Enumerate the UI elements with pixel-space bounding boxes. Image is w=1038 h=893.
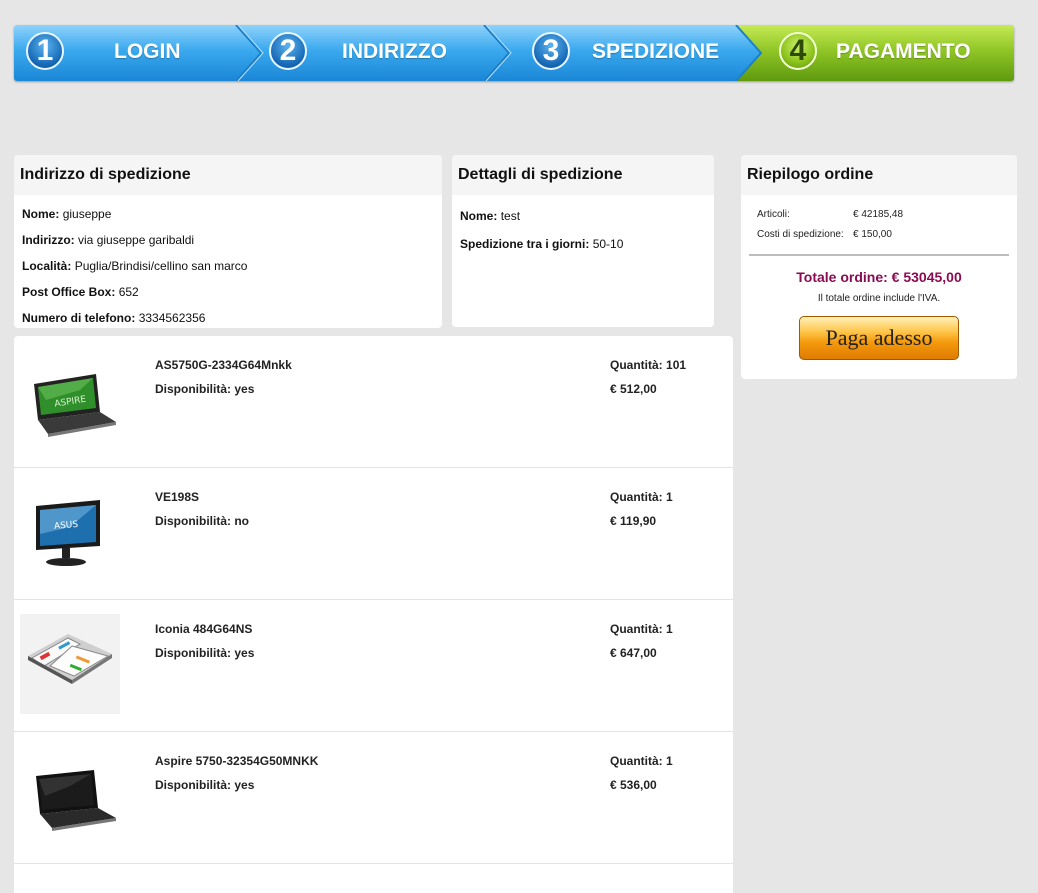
order-summary-panel: Riepilogo ordine Articoli: € 42185,48 Co… [741, 155, 1017, 379]
availability-label: Disponibilità: [155, 382, 231, 396]
order-total: Totale ordine: € 53045,00 [796, 269, 962, 285]
product-price: € 119,90 [610, 514, 657, 528]
quantity-value: 1 [666, 622, 673, 636]
product-list: ASPIRE AS5750G-2334G64Mnkk Disponibilità… [14, 336, 733, 893]
product-availability: Disponibilità: yes [155, 778, 254, 792]
availability-value: yes [234, 382, 255, 396]
summary-divider [749, 254, 1009, 256]
product-availability: Disponibilità: yes [155, 382, 254, 396]
items-value: € 42185,48 [853, 209, 904, 220]
availability-label: Disponibilità: [155, 514, 231, 528]
shipping-cost-row: Costi di spedizione: € 150,00 [757, 229, 1017, 249]
product-price: € 647,00 [610, 646, 657, 660]
items-label: Articoli: [757, 209, 790, 220]
product-row: Aspire 5750-32354G50MNKK Disponibilità: … [14, 732, 733, 864]
step-number-2: 2 [269, 32, 307, 70]
name-label: Nome: [22, 207, 60, 221]
vat-note: Il totale ordine include l'IVA. [817, 293, 941, 304]
svg-text:ASUS: ASUS [54, 520, 79, 532]
product-quantity: Quantità: 1 [610, 490, 673, 504]
laptop-black-icon[interactable] [20, 746, 120, 846]
availability-value: yes [234, 646, 255, 660]
availability-label: Disponibilità: [155, 646, 231, 660]
product-name[interactable]: Iconia 484G64NS [155, 622, 252, 636]
address-value: via giuseppe garibaldi [78, 233, 195, 247]
step-login[interactable]: 1 LOGIN [14, 25, 244, 81]
product-name[interactable]: Aspire 5750-32354G50MNKK [155, 754, 318, 768]
shipping-name-label: Nome: [460, 209, 498, 223]
laptop-green-icon[interactable]: ASPIRE [20, 350, 120, 450]
availability-value: no [234, 514, 250, 528]
product-row: ASUS VE198S Disponibilità: no Quantità: … [14, 468, 733, 600]
step-label-login: LOGIN [114, 40, 181, 63]
shipping-cost-value: € 150,00 [853, 229, 892, 240]
quantity-value: 1 [666, 754, 673, 768]
product-price: € 536,00 [610, 778, 657, 792]
pobox-label: Post Office Box: [22, 285, 116, 299]
address-street-row: Indirizzo: via giuseppe garibaldi [14, 227, 442, 253]
step-number-4: 4 [779, 32, 817, 70]
name-value: giuseppe [62, 207, 112, 221]
shipping-address-panel: Indirizzo di spedizione Nome: giuseppe I… [14, 155, 442, 328]
step-number-3: 3 [532, 32, 570, 70]
quantity-label: Quantità: [610, 622, 663, 636]
quantity-value: 1 [666, 490, 673, 504]
shipping-details-title: Dettagli di spedizione [452, 155, 714, 195]
phone-label: Numero di telefono: [22, 311, 136, 325]
shipping-name-row: Nome: test [452, 202, 714, 230]
product-row: Iconia 484G64NS Disponibilità: yes Quant… [14, 600, 733, 732]
product-row: ASPIRE AS5750G-2334G64Mnkk Disponibilità… [14, 336, 733, 468]
step-shipping[interactable]: 3 SPEDIZIONE [514, 25, 744, 81]
availability-value: yes [234, 778, 255, 792]
product-availability: Disponibilità: no [155, 514, 249, 528]
step-label-payment: PAGAMENTO [836, 40, 971, 63]
product-quantity: Quantità: 101 [610, 358, 686, 372]
quantity-label: Quantità: [610, 490, 663, 504]
phone-value: 3334562356 [138, 311, 206, 325]
shipping-address-title: Indirizzo di spedizione [14, 155, 442, 195]
step-label-shipping: SPEDIZIONE [592, 40, 720, 63]
address-name-row: Nome: giuseppe [14, 201, 442, 227]
pay-now-button[interactable]: Paga adesso [799, 316, 959, 360]
dual-screen-tablet-icon[interactable] [20, 614, 120, 714]
availability-label: Disponibilità: [155, 778, 231, 792]
product-availability: Disponibilità: yes [155, 646, 254, 660]
address-pobox-row: Post Office Box: 652 [14, 279, 442, 305]
shipping-days-value: 50-10 [592, 237, 624, 251]
shipping-name-value: test [500, 209, 521, 223]
step-payment[interactable]: 4 PAGAMENTO [764, 25, 1014, 81]
order-summary-title: Riepilogo ordine [741, 155, 1017, 195]
shipping-cost-label: Costi di spedizione: [757, 229, 844, 240]
shipping-details-panel: Dettagli di spedizione Nome: test Spediz… [452, 155, 714, 327]
checkout-steps: 1 LOGIN 2 INDIRIZZO 3 SPEDIZIONE 4 PAGAM… [14, 25, 1014, 81]
items-row: Articoli: € 42185,48 [757, 209, 1017, 229]
address-label: Indirizzo: [22, 233, 75, 247]
city-value: Puglia/Brindisi/cellino san marco [74, 259, 248, 273]
address-city-row: Località: Puglia/Brindisi/cellino san ma… [14, 253, 442, 279]
address-phone-row: Numero di telefono: 3334562356 [14, 305, 442, 328]
shipping-days-label: Spedizione tra i giorni: [460, 237, 590, 251]
monitor-icon[interactable]: ASUS [20, 482, 120, 582]
quantity-label: Quantità: [610, 754, 663, 768]
product-price: € 512,00 [610, 382, 657, 396]
product-quantity: Quantità: 1 [610, 754, 673, 768]
product-name[interactable]: VE198S [155, 490, 199, 504]
quantity-label: Quantità: [610, 358, 663, 372]
quantity-value: 101 [666, 358, 687, 372]
product-quantity: Quantità: 1 [610, 622, 673, 636]
step-address[interactable]: 2 INDIRIZZO [254, 25, 494, 81]
step-label-address: INDIRIZZO [342, 40, 447, 63]
city-label: Località: [22, 259, 72, 273]
pobox-value: 652 [118, 285, 139, 299]
shipping-days-row: Spedizione tra i giorni: 50-10 [452, 230, 714, 258]
step-number-1: 1 [26, 32, 64, 70]
product-name[interactable]: AS5750G-2334G64Mnkk [155, 358, 292, 372]
